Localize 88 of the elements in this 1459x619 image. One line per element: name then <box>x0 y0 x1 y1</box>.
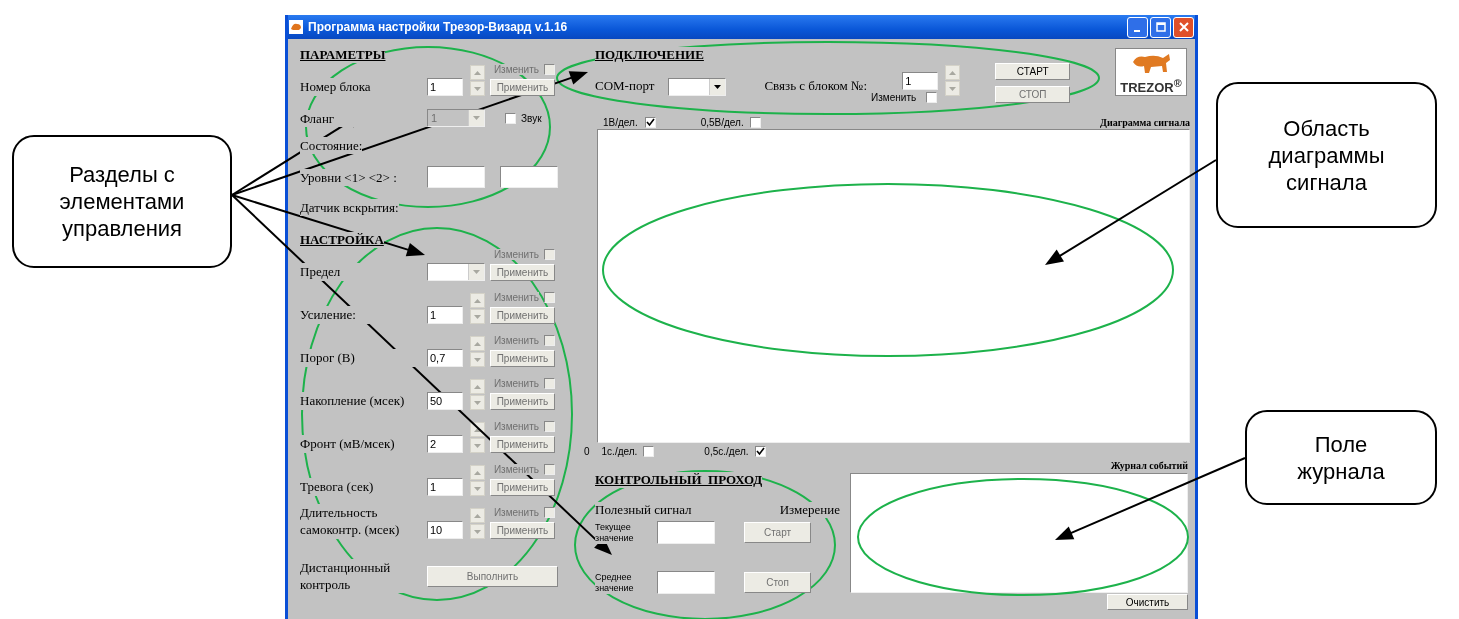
arrow-up-icon <box>474 427 481 432</box>
trezor-logo: TREZOR$^{®}$ <box>1115 48 1187 96</box>
checkbox[interactable] <box>926 92 938 103</box>
callout-box: Разделы с элементами управления <box>12 135 232 268</box>
scale-label: 1В/дел. <box>603 116 638 128</box>
checkbox[interactable] <box>544 334 555 346</box>
checkbox-label: Изменить <box>493 420 539 432</box>
arrow-up-icon <box>949 70 957 75</box>
spin-down-button[interactable] <box>470 352 485 367</box>
field-label: Фланг <box>300 109 427 127</box>
clear-button[interactable]: Очистить <box>1107 594 1188 610</box>
checkbox[interactable] <box>643 445 655 457</box>
column-label: Измерение <box>779 502 840 518</box>
checkbox[interactable] <box>544 377 555 389</box>
checkbox-label: Изменить <box>493 63 539 75</box>
callout-box: Область диаграммы сигнала <box>1216 82 1437 228</box>
arrow-up-icon <box>474 513 481 518</box>
spin-down-button[interactable] <box>470 309 485 324</box>
checkbox-label: Изменить <box>493 506 539 518</box>
scale-label: 0,5с./дел. <box>704 445 749 457</box>
callout-box: Поле журнала <box>1245 410 1437 505</box>
maximize-button[interactable] <box>1150 16 1171 38</box>
close-icon <box>1178 22 1189 32</box>
arrow-down-icon <box>474 86 481 91</box>
dropdown[interactable] <box>427 263 485 281</box>
arrow-down-icon <box>949 86 957 91</box>
section-heading: ПОДКЛЮЧЕНИЕ <box>595 47 704 63</box>
maximize-icon <box>1155 22 1166 32</box>
number-field[interactable]: 1 <box>902 72 939 90</box>
arrow-up-icon <box>474 298 481 303</box>
checkbox-label: Звук <box>521 112 542 124</box>
checkbox[interactable] <box>544 63 555 75</box>
value-field[interactable] <box>657 521 715 544</box>
arrow-down-icon <box>474 357 481 362</box>
checkbox-label: Изменить <box>493 291 539 303</box>
minimize-icon <box>1133 30 1140 32</box>
spin-down-button[interactable] <box>945 81 961 96</box>
minimize-button[interactable] <box>1127 16 1148 38</box>
scale-label: 0,5В/дел. <box>700 116 744 128</box>
checkbox[interactable] <box>749 116 761 128</box>
close-button[interactable] <box>1173 16 1194 38</box>
level-field[interactable] <box>427 166 485 188</box>
app-icon <box>289 20 303 34</box>
checkbox-label: Изменить <box>871 92 917 103</box>
number-field[interactable]: 1 <box>427 78 463 96</box>
log-title: Журнал событий <box>1110 459 1188 473</box>
checkbox-label: Изменить <box>493 248 539 260</box>
arrow-down-icon <box>474 443 481 448</box>
arrow-up-icon <box>474 384 481 389</box>
checkbox[interactable] <box>544 463 555 475</box>
arrow-down-icon <box>474 529 481 534</box>
checkbox-label: Изменить <box>493 334 539 346</box>
window-title: Программа настройки Трезор-Визард v.1.16 <box>308 20 569 34</box>
spin-down-button[interactable] <box>470 481 485 496</box>
checkbox[interactable] <box>544 420 555 432</box>
value-field[interactable] <box>657 571 715 594</box>
checkbox[interactable] <box>754 445 766 457</box>
chart-title: Диаграмма сигнала <box>1100 116 1190 128</box>
checkbox[interactable] <box>644 116 656 128</box>
arrow-up-icon <box>474 470 481 475</box>
section-heading: КОНТРОЛЬНЫЙ ПРОХОД <box>595 472 763 488</box>
arrow-down-icon <box>474 486 481 491</box>
section-heading: НАСТРОЙКА <box>300 232 384 248</box>
status-label: Датчик вскрытия: <box>300 198 399 216</box>
arrow-down-icon <box>474 400 481 405</box>
number-field[interactable]: 1 <box>427 306 463 324</box>
start-button[interactable]: СТАРТ <box>995 63 1071 80</box>
number-field[interactable]: 0,7 <box>427 349 463 367</box>
spin-down-button[interactable] <box>470 81 485 96</box>
arrow-down-icon <box>474 314 481 319</box>
checkbox-label: Изменить <box>493 463 539 475</box>
axis-origin-label: 0 <box>584 445 590 457</box>
dropdown[interactable] <box>668 78 727 96</box>
checkbox[interactable] <box>544 506 555 518</box>
checkbox-label: Изменить <box>493 377 539 389</box>
number-field[interactable]: 10 <box>427 521 463 539</box>
number-field[interactable]: 2 <box>427 435 463 453</box>
level-field[interactable] <box>500 166 558 188</box>
arrow-up-icon <box>474 70 481 75</box>
spin-down-button[interactable] <box>470 524 485 539</box>
checkbox[interactable] <box>544 291 555 303</box>
scale-label: 1с./дел. <box>601 445 638 457</box>
checkbox[interactable] <box>544 248 555 260</box>
status-label: Состояние: <box>300 136 363 154</box>
spin-down-button[interactable] <box>470 395 485 410</box>
number-field[interactable]: 1 <box>427 478 463 496</box>
number-field[interactable]: 50 <box>427 392 463 410</box>
arrow-up-icon <box>474 341 481 346</box>
